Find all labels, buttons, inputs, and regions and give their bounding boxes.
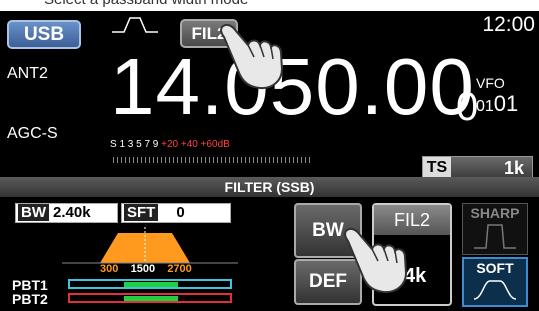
antenna-indicator: ANT2 (7, 65, 48, 82)
vfo-number: 0101 (476, 91, 518, 117)
center-freq-label: 1500 (130, 263, 156, 275)
clock: 12:00 (482, 13, 535, 36)
vfo-small-digits: 01 (476, 98, 494, 115)
passband-freq-labels: 300 1500 2700 (100, 263, 192, 275)
sft-value: 0 (176, 204, 185, 221)
vfo-label: VFO (476, 75, 505, 91)
passband-graphic (62, 227, 238, 264)
s-meter-bar (113, 157, 313, 163)
soft-button[interactable]: SOFT (462, 257, 528, 307)
radio-display: USB FIL2 12:00 ANT2 AGC-S 14.050.00 0 VF… (0, 11, 539, 311)
low-freq-label: 300 (100, 263, 119, 275)
soft-label: SOFT (476, 260, 514, 276)
high-freq-label: 2700 (167, 263, 192, 275)
pbt1-fill (124, 282, 178, 287)
pointing-hand-icon (219, 23, 284, 90)
sft-readout: SFT 0 (121, 203, 231, 223)
ts-value: 1k (503, 158, 524, 178)
sharp-shape-icon (474, 224, 516, 249)
instruction-caption: Select a passband width mode (0, 0, 539, 11)
bw-value: 2.40k (53, 204, 91, 221)
bw-tag: BW (18, 204, 49, 221)
mode-button[interactable]: USB (7, 20, 81, 49)
pbt2-label: PBT2 (12, 291, 48, 307)
s-meter-white-scale: S 1 3 5 7 9 (110, 139, 159, 150)
agc-indicator: AGC-S (7, 125, 58, 142)
bw-readout: BW 2.40k (15, 203, 118, 223)
vfo-big-digits: 01 (493, 91, 519, 116)
sft-tag: SFT (124, 204, 159, 221)
pbt2-bar[interactable] (68, 293, 232, 303)
pointing-hand-icon (343, 227, 408, 294)
filter-panel-title: FILTER (SSB) (0, 177, 539, 197)
soft-shape-icon (473, 280, 517, 300)
sharp-label: SHARP (470, 205, 520, 221)
frequency-last-digit: 0 (456, 85, 479, 129)
sharp-button[interactable]: SHARP (462, 203, 528, 255)
s-meter-scale: S 1 3 5 7 9 +20 +40 +60dB (110, 139, 230, 150)
pbt2-fill (124, 296, 178, 301)
filter-shape-icon (112, 17, 158, 33)
s-meter-red-scale: +20 +40 +60dB (161, 139, 230, 150)
pbt1-bar[interactable] (68, 279, 232, 289)
caption-text: Select a passband width mode (44, 0, 248, 8)
ts-label: TS (423, 157, 451, 179)
